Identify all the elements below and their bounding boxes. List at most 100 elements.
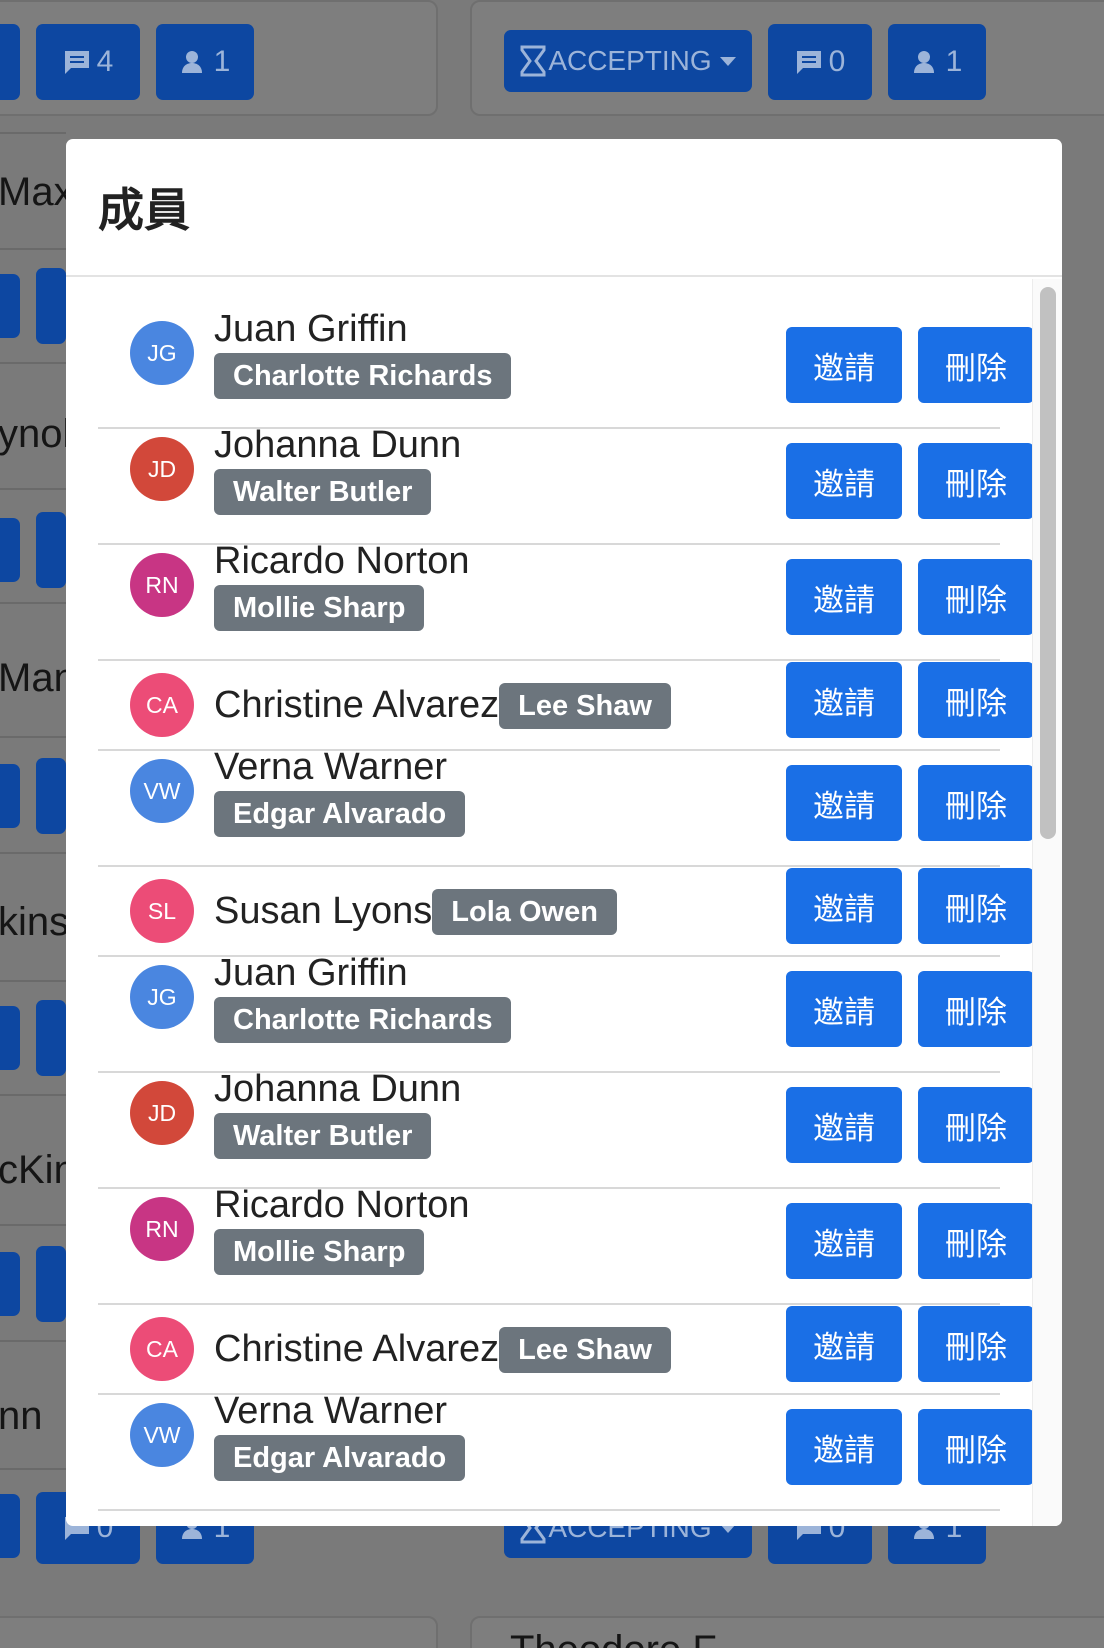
invite-button[interactable]: 邀請	[786, 1306, 902, 1382]
invite-button[interactable]: 邀請	[786, 1087, 902, 1163]
partial-button[interactable]	[36, 1000, 66, 1076]
member-info: Juan Griffin Charlotte Richards	[214, 952, 512, 1044]
members-button[interactable]: 1	[888, 24, 986, 100]
avatar: JD	[130, 1081, 194, 1145]
member-name: Christine Alvarez	[214, 1328, 500, 1371]
divider	[0, 132, 66, 134]
member-name: Ricardo Norton	[214, 540, 470, 582]
invite-button[interactable]: 邀請	[786, 1409, 902, 1485]
partial-button[interactable]	[36, 1246, 66, 1322]
members-modal: 成員 JG Juan Griffin Charlotte Richards 邀請 刪除 J…	[66, 139, 1062, 1526]
divider	[0, 852, 66, 854]
delete-button[interactable]: 刪除	[918, 971, 1034, 1047]
partial-button[interactable]	[0, 1252, 20, 1316]
member-name: Christine Alvarez	[214, 684, 500, 727]
invite-button[interactable]: 邀請	[786, 327, 902, 403]
member-badge: Lee Shaw	[499, 1327, 671, 1374]
member-info: Ricardo Norton Mollie Sharp	[214, 1184, 470, 1276]
divider	[0, 362, 66, 364]
members-button[interactable]: 1	[156, 24, 254, 100]
status-dropdown[interactable]: ACCEPTING	[504, 30, 752, 92]
member-badge: Edgar Alvarado	[214, 1434, 466, 1482]
invite-button[interactable]: 邀請	[786, 868, 902, 944]
member-badge: Edgar Alvarado	[214, 790, 466, 838]
member-list: JG Juan Griffin Charlotte Richards 邀請 刪除 JD Jo…	[98, 308, 1034, 1511]
partial-button[interactable]	[36, 268, 66, 344]
member-info: Christine Alvarez Lee Shaw	[214, 1327, 671, 1374]
card-title-fragment: cKin	[0, 1148, 76, 1192]
comment-icon	[64, 51, 89, 74]
member-info: Juan Griffin Charlotte Richards	[214, 308, 512, 400]
avatar: VW	[130, 1403, 194, 1467]
scrollbar[interactable]	[1032, 279, 1062, 1526]
member-badge: Charlotte Richards	[214, 352, 512, 400]
members-count: 1	[213, 45, 231, 78]
invite-button[interactable]: 邀請	[786, 971, 902, 1047]
avatar: JG	[130, 965, 194, 1029]
card-title-fragment: Max	[0, 170, 74, 214]
divider	[0, 248, 66, 250]
avatar: JG	[130, 321, 194, 385]
member-badge: Charlotte Richards	[214, 996, 512, 1044]
member-name: Johanna Dunn	[214, 424, 462, 466]
member-info: Johanna Dunn Walter Butler	[214, 1068, 461, 1160]
member-row: RN Ricardo Norton Mollie Sharp 邀請 刪除	[98, 540, 1034, 661]
member-name: Susan Lyons	[214, 890, 433, 933]
card-title-fragment: Theodore F	[510, 1628, 717, 1648]
partial-button[interactable]	[0, 1006, 20, 1070]
member-name: Juan Griffin	[214, 952, 408, 994]
partial-button[interactable]	[0, 274, 20, 338]
partial-button[interactable]	[0, 764, 20, 828]
partial-button-left[interactable]	[0, 24, 20, 100]
avatar: CA	[130, 1317, 194, 1381]
avatar: SL	[130, 879, 194, 943]
invite-button[interactable]: 邀請	[786, 443, 902, 519]
divider	[0, 488, 66, 490]
delete-button[interactable]: 刪除	[918, 1203, 1034, 1279]
person-icon	[181, 51, 202, 73]
card-title-fragment: ynol	[0, 412, 72, 456]
delete-button[interactable]: 刪除	[918, 662, 1034, 738]
card-title-fragment: kins	[0, 900, 70, 944]
chevron-down-icon	[719, 56, 736, 66]
invite-button[interactable]: 邀請	[786, 662, 902, 738]
member-row: JG Juan Griffin Charlotte Richards 邀請 刪除	[98, 308, 1034, 429]
comments-count: 0	[828, 45, 846, 78]
member-badge: Walter Butler	[214, 1112, 432, 1160]
scrollbar-thumb[interactable]	[1040, 287, 1056, 839]
member-list-container[interactable]: JG Juan Griffin Charlotte Richards 邀請 刪除 JD Jo…	[66, 279, 1062, 1526]
comments-count: 4	[96, 45, 114, 78]
delete-button[interactable]: 刪除	[918, 1409, 1034, 1485]
member-info: Johanna Dunn Walter Butler	[214, 424, 462, 516]
member-badge: Walter Butler	[214, 468, 432, 516]
avatar: RN	[130, 553, 194, 617]
member-name: Verna Warner	[214, 746, 448, 788]
member-badge: Lola Owen	[432, 889, 617, 936]
invite-button[interactable]: 邀請	[786, 765, 902, 841]
delete-button[interactable]: 刪除	[918, 1087, 1034, 1163]
delete-button[interactable]: 刪除	[918, 327, 1034, 403]
hourglass-icon	[520, 45, 546, 77]
divider	[0, 602, 66, 604]
invite-button[interactable]: 邀請	[786, 559, 902, 635]
member-row: JG Juan Griffin Charlotte Richards 邀請 刪除	[98, 952, 1034, 1073]
card-title-fragment: nn	[0, 1394, 43, 1438]
divider	[0, 1340, 66, 1342]
member-row: VW Verna Warner Edgar Alvarado 邀請 刪除	[98, 1390, 1034, 1511]
delete-button[interactable]: 刪除	[918, 868, 1034, 944]
partial-button[interactable]	[0, 518, 20, 582]
comments-button[interactable]: 0	[768, 24, 872, 100]
partial-button[interactable]	[36, 758, 66, 834]
partial-button-left[interactable]	[0, 1494, 20, 1558]
delete-button[interactable]: 刪除	[918, 1306, 1034, 1382]
partial-button[interactable]	[36, 512, 66, 588]
delete-button[interactable]: 刪除	[918, 765, 1034, 841]
delete-button[interactable]: 刪除	[918, 559, 1034, 635]
member-info: Verna Warner Edgar Alvarado	[214, 1390, 466, 1482]
divider	[0, 1224, 66, 1226]
member-row: SL Susan Lyons Lola Owen 邀請 刪除	[98, 867, 1034, 957]
delete-button[interactable]: 刪除	[918, 443, 1034, 519]
invite-button[interactable]: 邀請	[786, 1203, 902, 1279]
comments-button[interactable]: 4	[36, 24, 140, 100]
member-info: Susan Lyons Lola Owen	[214, 889, 617, 936]
